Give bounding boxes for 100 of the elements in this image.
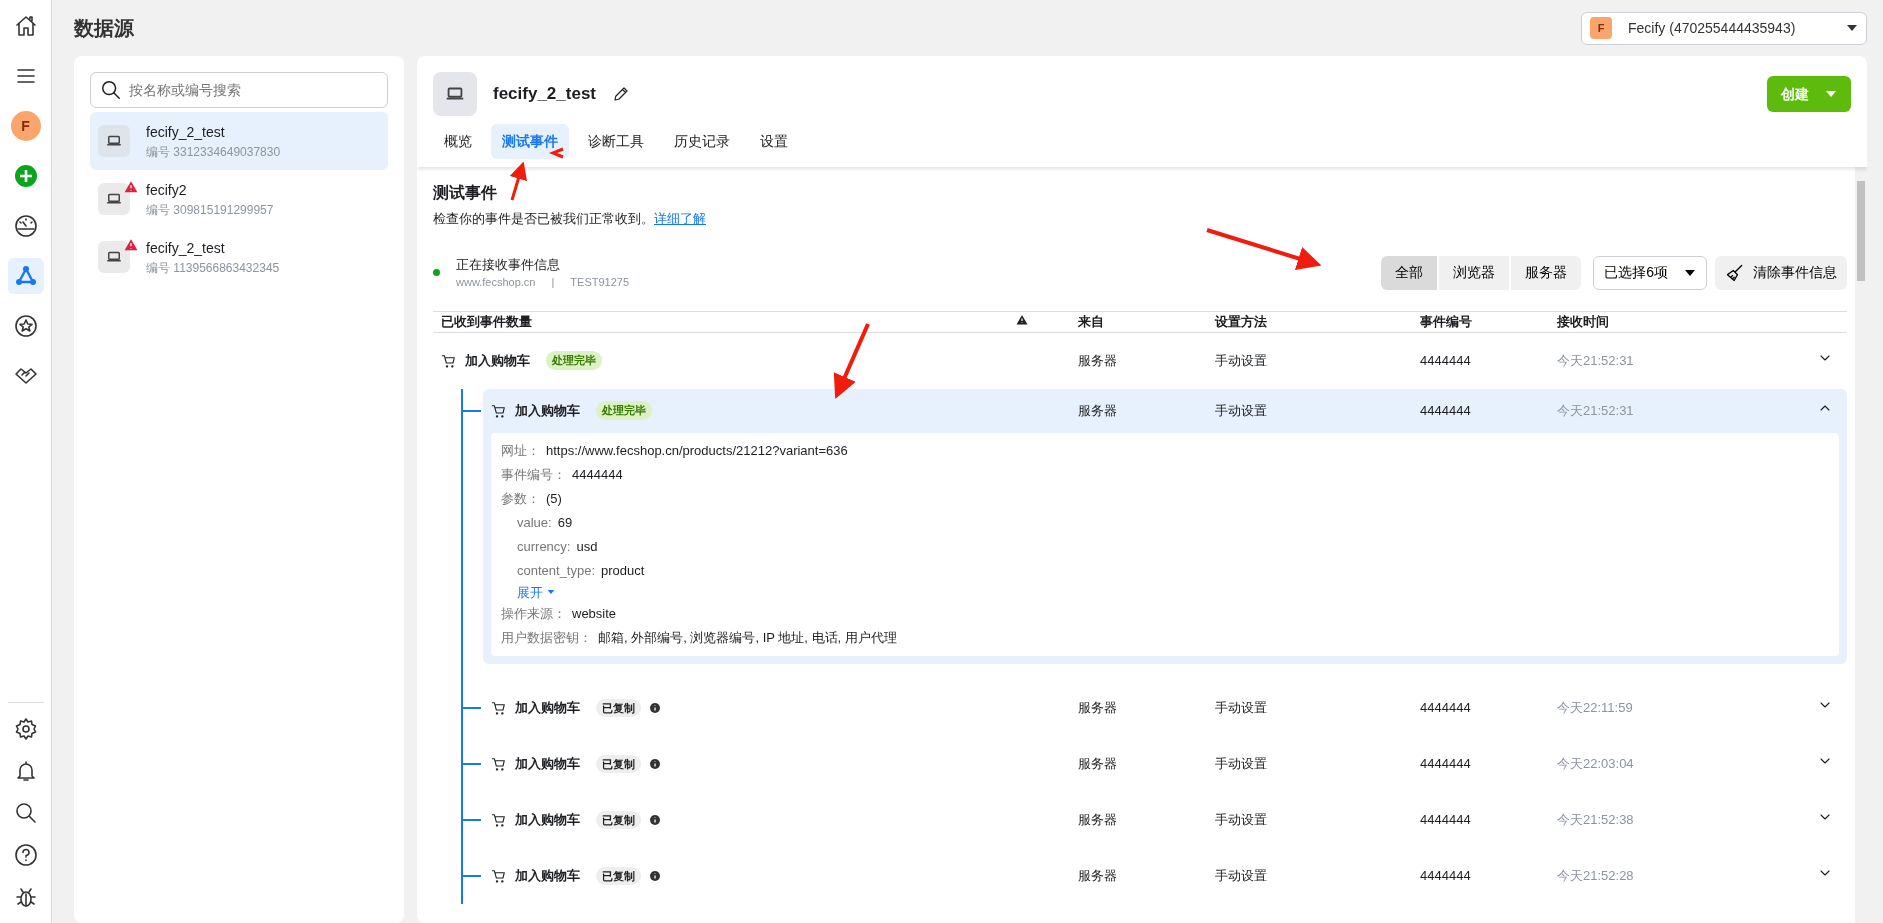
learn-more-link[interactable]: 详细了解 — [654, 211, 706, 226]
source-name: fecify2 — [146, 181, 187, 198]
column-header: 接收时间 — [1557, 313, 1609, 329]
cart-icon — [441, 352, 457, 369]
laptop-icon — [433, 72, 477, 116]
method-text: 手动设置 — [1215, 352, 1267, 368]
tab[interactable]: 设置 — [749, 124, 799, 159]
domain-text: www.fecshop.cn — [456, 275, 536, 290]
time-text: 今天22:03:04 — [1557, 756, 1634, 772]
account-selector[interactable]: F Fecify (470255444435943) — [1581, 11, 1867, 45]
laptop-icon — [98, 241, 130, 273]
status-badge: 已复制 — [596, 698, 641, 718]
page-title: 数据源 — [74, 16, 134, 41]
cart-icon — [491, 812, 507, 828]
event-id: 4444444 — [1420, 812, 1471, 828]
event-name: 加入购物车 — [515, 755, 580, 774]
time-text: 今天21:52:28 — [1557, 868, 1634, 884]
event-name: 加入购物车 — [515, 867, 580, 886]
source-text: 服务器 — [1078, 700, 1117, 716]
event-row[interactable]: 加入购物车 已复制 服务器 手动设置 4444444 今天21:52:28 — [483, 848, 1847, 904]
field-value: 邮箱, 外部编号, 浏览器编号, IP 地址, 电话, 用户代理 — [598, 629, 897, 648]
column-header: 已收到事件数量 — [441, 313, 532, 329]
expand-link[interactable]: 展开 — [517, 582, 555, 602]
param-label: value: — [517, 513, 552, 532]
param-value: product — [601, 561, 645, 580]
field-label: 用户数据密钥： — [501, 629, 592, 648]
scrollbar[interactable] — [1855, 167, 1867, 923]
source-text: 服务器 — [1078, 812, 1117, 828]
status-text: 正在接收事件信息 — [456, 256, 560, 272]
event-row[interactable]: 加入购物车 处理完毕 服务器 手动设置 4444444 今天21:52:31 — [433, 332, 1847, 389]
event-name: 加入购物车 — [515, 699, 580, 718]
tab[interactable]: 测试事件 — [491, 124, 569, 159]
annotation-mark — [548, 147, 564, 159]
status-badge: 已复制 — [596, 810, 641, 830]
id-label: 编号 — [146, 260, 170, 275]
time-text: 今天22:11:59 — [1557, 700, 1633, 716]
filter-tab[interactable]: 全部 — [1381, 255, 1438, 290]
description: 检查你的事件是否已被我们正常收到。 — [433, 211, 654, 226]
method-text: 手动设置 — [1215, 868, 1267, 884]
status-badge: 处理完毕 — [546, 351, 602, 370]
method-text: 手动设置 — [1215, 402, 1267, 418]
event-name: 加入购物车 — [515, 811, 580, 830]
search-field[interactable]: 按名称或编号搜索 — [90, 72, 388, 108]
source-text: 服务器 — [1078, 756, 1117, 772]
separator: | — [551, 275, 555, 290]
cart-icon — [491, 402, 507, 419]
filter-tab[interactable]: 浏览器 — [1439, 255, 1510, 290]
column-header: 设置方法 — [1215, 313, 1267, 329]
event-id: 4444444 — [1420, 402, 1471, 418]
expanded-row[interactable]: 加入购物车 处理完毕 服务器 手动设置 4444444 今天21:52:31 — [483, 388, 1847, 433]
field-label: 参数： — [501, 489, 540, 508]
source-id: 309815191299957 — [173, 202, 274, 217]
event-row[interactable]: 加入购物车 已复制 服务器 手动设置 4444444 今天22:03:04 — [483, 736, 1847, 792]
clear-events-button[interactable]: 清除事件信息 — [1715, 255, 1847, 290]
param-label: currency: — [517, 537, 571, 556]
event-row[interactable]: 加入购物车 已复制 服务器 手动设置 4444444 今天22:11:59 — [483, 680, 1847, 736]
field-value: (5) — [546, 489, 562, 508]
field-label: 事件编号： — [501, 465, 566, 484]
event-row[interactable]: 加入购物车 已复制 服务器 手动设置 4444444 今天21:52:38 — [483, 792, 1847, 848]
field-label: 网址： — [501, 441, 540, 460]
tab[interactable]: 历史记录 — [663, 124, 741, 159]
time-text: 今天21:52:31 — [1557, 352, 1634, 368]
network-icon[interactable] — [7, 258, 44, 294]
event-id: 4444444 — [1420, 756, 1471, 772]
search-icon — [100, 79, 122, 101]
method-text: 手动设置 — [1215, 756, 1267, 772]
cart-icon — [491, 868, 507, 884]
annotation-arrow — [509, 161, 528, 201]
cart-icon — [491, 756, 507, 772]
laptop-icon — [98, 183, 130, 215]
avatar[interactable]: F — [10, 111, 41, 141]
warning-icon — [1016, 313, 1028, 326]
event-filter-select[interactable]: 已选择6项 — [1593, 255, 1707, 290]
filter-tab[interactable]: 服务器 — [1511, 255, 1582, 290]
source-item[interactable]: fecify2 编号 309815191299957 — [90, 170, 388, 228]
event-id: 4444444 — [1420, 700, 1471, 716]
status-badge: 已复制 — [596, 754, 641, 774]
event-id: 4444444 — [1420, 868, 1471, 884]
source-text: 服务器 — [1078, 352, 1117, 368]
method-text: 手动设置 — [1215, 700, 1267, 716]
event-id: 4444444 — [1420, 352, 1471, 368]
source-id: 1139566863432345 — [173, 260, 280, 275]
column-header: 来自 — [1078, 313, 1104, 329]
event-name: 加入购物车 — [465, 351, 530, 370]
method-text: 手动设置 — [1215, 812, 1267, 828]
source-item[interactable]: fecify_2_test 编号 3312334649037830 — [90, 112, 388, 170]
column-header: 事件编号 — [1420, 313, 1472, 329]
tab[interactable]: 诊断工具 — [577, 124, 655, 159]
section-title: 测试事件 — [433, 184, 497, 201]
source-name: fecify_2_test — [146, 123, 225, 140]
tab[interactable]: 概览 — [433, 124, 483, 159]
status-badge: 处理完毕 — [596, 401, 652, 420]
field-label: 操作来源： — [501, 605, 566, 624]
status-badge: 已复制 — [596, 866, 641, 886]
laptop-icon — [98, 125, 130, 157]
param-label: content_type: — [517, 561, 596, 580]
time-text: 今天21:52:31 — [1557, 402, 1634, 418]
source-item[interactable]: fecify_2_test 编号 1139566863432345 — [90, 228, 388, 286]
test-code: TEST91275 — [570, 275, 630, 290]
id-label: 编号 — [146, 202, 170, 217]
